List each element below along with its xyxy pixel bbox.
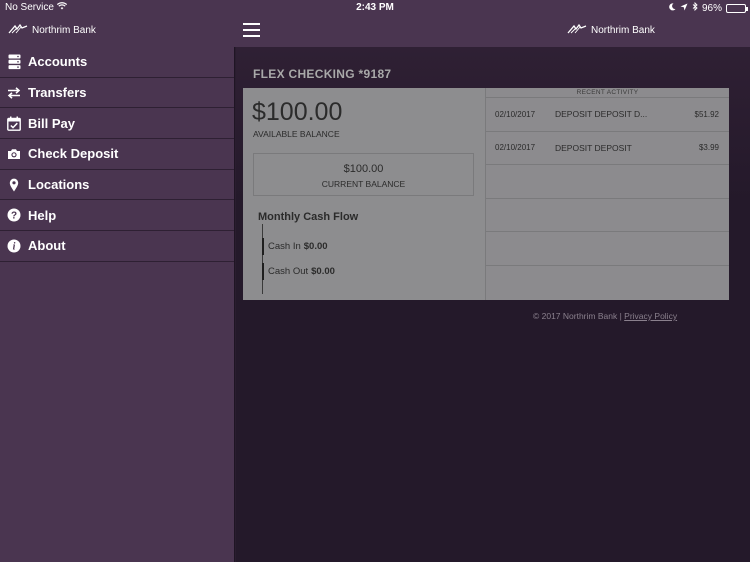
current-balance-value: $100.00 (343, 163, 384, 175)
sidebar-item-transfers[interactable]: Transfers (0, 78, 234, 109)
activity-row-empty (486, 165, 729, 199)
svg-text:i: i (13, 242, 16, 253)
sidebar-item-accounts[interactable]: Accounts (0, 47, 234, 78)
cash-in-label: Cash In (268, 241, 301, 252)
northrim-logo-icon (567, 23, 587, 37)
available-balance-label: AVAILABLE BALANCE (253, 129, 340, 139)
location-arrow-icon (680, 3, 688, 14)
calendar-check-icon (7, 115, 21, 131)
battery-icon (726, 3, 748, 13)
recent-activity-title: RECENT ACTIVITY (486, 88, 729, 98)
moon-icon (668, 2, 676, 14)
sidebar-item-label: Check Deposit (28, 146, 119, 162)
sidebar-item-label: Locations (28, 177, 90, 193)
cash-out-label: Cash Out (268, 266, 309, 277)
transfer-arrows-icon (7, 85, 21, 101)
cash-flow-title: Monthly Cash Flow (258, 211, 359, 223)
activity-amount: $51.92 (694, 109, 719, 119)
menu-toggle-button[interactable] (243, 23, 260, 37)
status-right: 96% (668, 1, 748, 14)
account-title: FLEX CHECKING *9187 (253, 67, 392, 81)
database-icon (7, 54, 21, 70)
sidebar-item-locations[interactable]: Locations (0, 170, 234, 201)
activity-description: DEPOSIT DEPOSIT (555, 142, 632, 153)
sidebar-item-help[interactable]: ? Help (0, 200, 234, 232)
cash-out-amount: $0.00 (311, 266, 335, 277)
hamburger-icon (243, 23, 260, 25)
info-circle-icon: i (7, 238, 21, 254)
status-time: 2:43 PM (356, 2, 394, 13)
brand-name-left: Northrim Bank (32, 25, 96, 36)
footer: © 2017 Northrim Bank | Privacy Policy (533, 311, 677, 321)
status-bar: No Service 2:43 PM 96% (0, 0, 750, 16)
sidebar-item-label: Accounts (28, 54, 88, 70)
sidebar-item-label: Help (28, 207, 57, 223)
activity-amount: $3.99 (698, 143, 719, 153)
cash-out-bar (262, 263, 264, 280)
current-balance-label: CURRENT BALANCE (321, 179, 406, 189)
recent-activity-section: RECENT ACTIVITY 02/10/2017 DEPOSIT DEPOS… (486, 88, 729, 300)
available-balance-value: $100.00 (252, 98, 343, 126)
question-circle-icon: ? (7, 207, 21, 223)
bluetooth-icon (692, 1, 698, 14)
activity-date: 02/10/2017 (495, 109, 536, 119)
sidebar-item-about[interactable]: i About (0, 231, 234, 262)
activity-description: DEPOSIT DEPOSIT D... (555, 109, 648, 120)
current-balance-box: $100.00 CURRENT BALANCE (253, 153, 474, 196)
copyright-text: © 2017 Northrim Bank | (533, 311, 622, 321)
sidebar-item-label: About (28, 238, 66, 254)
activity-row-empty (486, 232, 729, 266)
balance-section: $100.00 AVAILABLE BALANCE $100.00 CURREN… (243, 88, 486, 300)
activity-date: 02/10/2017 (495, 143, 536, 153)
sidebar-item-label: Transfers (28, 85, 87, 101)
activity-row-empty (486, 199, 729, 232)
cash-in-amount: $0.00 (303, 241, 328, 252)
brand-name-right: Northrim Bank (591, 25, 655, 36)
cash-in-row: Cash In $0.00 (262, 238, 328, 255)
sidebar-item-bill-pay[interactable]: Bill Pay (0, 108, 234, 140)
cash-out-row: Cash Out $0.00 (262, 263, 335, 280)
account-panel: $100.00 AVAILABLE BALANCE $100.00 CURREN… (243, 88, 729, 300)
brand-logo-right[interactable]: Northrim Bank (567, 23, 655, 37)
activity-row[interactable]: 02/10/2017 DEPOSIT DEPOSIT $3.99 (486, 132, 729, 165)
brand-logo-left[interactable]: Northrim Bank (8, 23, 96, 37)
camera-icon (7, 146, 21, 162)
top-bar: Northrim Bank Northrim Bank (0, 16, 750, 47)
activity-row[interactable]: 02/10/2017 DEPOSIT DEPOSIT D... $51.92 (486, 98, 729, 132)
privacy-policy-link[interactable]: Privacy Policy (624, 311, 677, 321)
map-pin-icon (7, 177, 21, 193)
battery-percent: 96% (701, 2, 722, 14)
sidebar-item-label: Bill Pay (28, 115, 75, 131)
svg-text:?: ? (11, 211, 17, 222)
main-content: FLEX CHECKING *9187 $100.00 AVAILABLE BA… (236, 47, 750, 562)
cash-in-bar (262, 238, 264, 255)
sidebar-item-check-deposit[interactable]: Check Deposit (0, 139, 234, 170)
northrim-logo-icon (8, 23, 28, 37)
cash-flow-axis (262, 224, 263, 294)
sidebar: Accounts Transfers Bill Pay Check Deposi… (0, 47, 235, 562)
